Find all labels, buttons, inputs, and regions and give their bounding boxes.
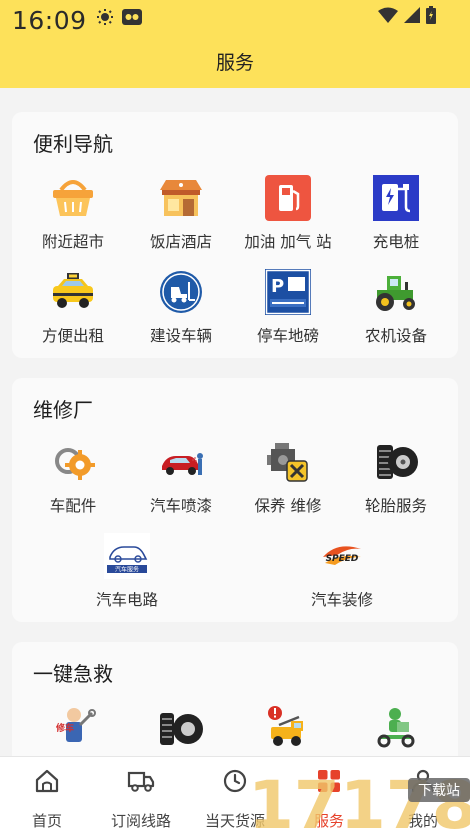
taxi-icon <box>49 268 97 316</box>
grid-item-farm-machinery[interactable]: 农机设备 <box>341 268 451 346</box>
engine-repair-icon <box>264 438 312 486</box>
delivery-scooter-icon <box>372 704 420 752</box>
grid-item-car-decoration[interactable]: SPEED 汽车装修 <box>287 532 397 610</box>
car-circuit-icon: 汽车服务 <box>103 532 151 580</box>
grid-item-label: 保养 维修 <box>254 497 322 515</box>
tab-home[interactable]: 首页 <box>0 757 94 836</box>
profile-icon <box>408 766 438 796</box>
tab-subscribed-routes[interactable]: 订阅线路 <box>94 757 188 836</box>
grid-item-gas-station[interactable]: 加油 加气 站 <box>233 174 343 252</box>
grid-item-label: 建设车辆 <box>149 327 212 345</box>
status-icons-right <box>378 6 436 28</box>
grid-item-label: 饭店酒店 <box>149 233 212 251</box>
section-title: 一键急救 <box>33 662 113 686</box>
section-convenient-nav: 便利导航 附近超市 饭店酒店 加油 加气 站 充电桩 方便出租 建设车辆 P 停… <box>12 112 458 358</box>
section-title: 便利导航 <box>33 132 113 156</box>
tire-stack-icon <box>157 704 205 752</box>
brightness-icon <box>96 8 114 30</box>
restaurant-shop-icon <box>157 174 205 222</box>
grid-item-label: 轮胎服务 <box>364 497 427 515</box>
grid-item-tire-rescue[interactable] <box>126 704 236 752</box>
grid-item-parking-scale[interactable]: P 停车地磅 <box>233 268 343 346</box>
truck-icon <box>126 766 156 796</box>
svg-text:P: P <box>271 276 284 297</box>
forklift-sign-icon <box>157 268 205 316</box>
grid-item-label: 车配件 <box>49 497 97 515</box>
grid-item-label: 附近超市 <box>41 233 104 251</box>
gas-station-icon <box>264 174 312 222</box>
signal-icon <box>404 7 420 27</box>
bottom-tab-bar: 首页 订阅线路 当天货源 服务 我的 <box>0 756 470 836</box>
battery-icon <box>426 6 436 28</box>
tab-mine[interactable]: 我的 <box>376 757 470 836</box>
grid-item-label: 汽车装修 <box>310 591 373 609</box>
status-icons-left <box>96 8 142 30</box>
app-notification-icon <box>122 9 142 29</box>
section-emergency-rescue: 一键急救 修车 <box>12 642 458 756</box>
grid-item-label: 汽车电路 <box>95 591 158 609</box>
section-title: 维修厂 <box>33 398 93 422</box>
grid-item-car-painting[interactable]: 汽车喷漆 <box>126 438 236 516</box>
wifi-icon <box>378 7 398 27</box>
parking-scale-icon: P <box>264 268 312 316</box>
tractor-icon <box>372 268 420 316</box>
charging-pile-icon <box>372 174 420 222</box>
grid-item-tow-truck[interactable] <box>233 704 343 752</box>
service-grid-icon <box>314 766 344 796</box>
section-repair-shop: 维修厂 车配件 汽车喷漆 保养 维修 轮胎服务 汽车服务 汽车电路 SPEED … <box>12 378 458 622</box>
grid-item-label: 农机设备 <box>364 327 427 345</box>
page-title: 服务 <box>215 52 254 74</box>
grid-item-car-circuit[interactable]: 汽车服务 汽车电路 <box>72 532 182 610</box>
tab-label: 我的 <box>407 812 438 830</box>
grid-item-charging-pile[interactable]: 充电桩 <box>341 174 451 252</box>
grid-item-car-parts[interactable]: 车配件 <box>18 438 128 516</box>
speed-badge-text: SPEED <box>326 554 359 564</box>
tow-truck-icon <box>264 704 312 752</box>
grid-item-mechanic[interactable]: 修车 <box>18 704 128 752</box>
grid-item-construction-vehicle[interactable]: 建设车辆 <box>126 268 236 346</box>
home-icon <box>32 766 62 796</box>
grid-item-label: 停车地磅 <box>256 327 319 345</box>
grid-item-scooter-rescue[interactable] <box>341 704 451 752</box>
car-parts-gear-icon <box>49 438 97 486</box>
car-painting-icon <box>157 438 205 486</box>
speed-logo-icon: SPEED <box>318 532 366 580</box>
tab-service[interactable]: 服务 <box>282 757 376 836</box>
tab-label: 服务 <box>313 812 344 830</box>
grid-item-maintenance-repair[interactable]: 保养 维修 <box>233 438 343 516</box>
mechanic-icon: 修车 <box>49 704 97 752</box>
tab-label: 首页 <box>31 812 62 830</box>
tab-today-cargo[interactable]: 当天货源 <box>188 757 282 836</box>
service-content[interactable]: 便利导航 附近超市 饭店酒店 加油 加气 站 充电桩 方便出租 建设车辆 P 停… <box>0 88 470 756</box>
grid-item-label: 加油 加气 站 <box>244 233 332 251</box>
app-header: 16:09 服务 <box>0 0 470 88</box>
tire-icon <box>372 438 420 486</box>
mechanic-badge-text: 修车 <box>55 722 74 734</box>
grid-item-label: 汽车喷漆 <box>149 497 212 515</box>
grid-item-restaurant[interactable]: 饭店酒店 <box>126 174 236 252</box>
grid-item-tire-service[interactable]: 轮胎服务 <box>341 438 451 516</box>
tab-label: 订阅线路 <box>110 812 171 830</box>
grid-item-label: 方便出租 <box>41 327 104 345</box>
circuit-badge-text: 汽车服务 <box>115 566 139 574</box>
grid-item-taxi[interactable]: 方便出租 <box>18 268 128 346</box>
grid-item-supermarket[interactable]: 附近超市 <box>18 174 128 252</box>
supermarket-basket-icon <box>49 174 97 222</box>
status-time: 16:09 <box>12 6 87 35</box>
clock-icon <box>220 766 250 796</box>
tab-label: 当天货源 <box>204 812 265 830</box>
grid-item-label: 充电桩 <box>372 233 420 251</box>
